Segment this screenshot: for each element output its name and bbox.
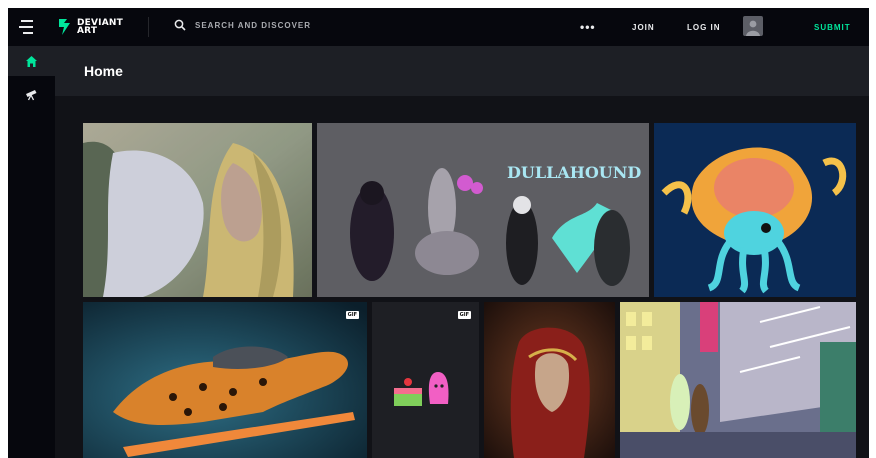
page-title: Home bbox=[84, 63, 123, 79]
search-input[interactable]: SEARCH AND DISCOVER bbox=[174, 19, 311, 31]
more-options-icon[interactable]: ••• bbox=[580, 20, 596, 34]
telescope-icon bbox=[26, 89, 37, 100]
artwork-city-rooftop[interactable] bbox=[620, 302, 856, 458]
deviantart-logo[interactable]: DEVIANT ART bbox=[58, 14, 123, 40]
user-icon bbox=[746, 20, 760, 36]
artwork-mech-leopard[interactable]: GIF bbox=[83, 302, 367, 458]
home-icon bbox=[26, 55, 37, 67]
search-placeholder: SEARCH AND DISCOVER bbox=[195, 20, 312, 30]
artwork-image bbox=[83, 302, 367, 458]
search-icon bbox=[174, 19, 186, 31]
gif-badge: GIF bbox=[457, 311, 471, 319]
avatar[interactable] bbox=[743, 16, 763, 36]
login-link[interactable]: LOG IN bbox=[687, 23, 721, 32]
artwork-octopus-jellyfish[interactable] bbox=[654, 123, 856, 297]
top-bar: DEVIANT ART SEARCH AND DISCOVER ••• JOIN… bbox=[8, 8, 869, 46]
app-window: DEVIANT ART SEARCH AND DISCOVER ••• JOIN… bbox=[8, 8, 869, 458]
rail-item-home[interactable] bbox=[8, 46, 55, 76]
page-header: Home bbox=[55, 46, 869, 96]
gif-badge: GIF bbox=[345, 311, 359, 319]
join-link[interactable]: JOIN bbox=[632, 23, 655, 32]
deviantart-logo-icon bbox=[59, 19, 70, 35]
main-content: Home DULLAHOUND GIF GIF bbox=[55, 46, 869, 458]
artwork-image bbox=[83, 123, 312, 297]
artwork-elf-rider[interactable] bbox=[83, 123, 312, 297]
artwork-dullahound-characters[interactable]: DULLAHOUND bbox=[317, 123, 649, 297]
left-rail bbox=[8, 46, 55, 458]
submit-button[interactable]: SUBMIT bbox=[814, 23, 851, 32]
divider bbox=[148, 17, 149, 37]
artwork-image bbox=[654, 123, 856, 297]
menu-icon[interactable] bbox=[19, 20, 37, 34]
rail-item-discover[interactable] bbox=[8, 79, 55, 109]
artwork-image bbox=[620, 302, 856, 458]
artwork-image bbox=[372, 302, 479, 458]
artwork-cake-ghost[interactable]: GIF bbox=[372, 302, 479, 458]
artwork-image: DULLAHOUND bbox=[317, 123, 649, 297]
svg-text:DULLAHOUND: DULLAHOUND bbox=[507, 163, 641, 182]
logo-wordmark: DEVIANT ART bbox=[77, 18, 123, 36]
artwork-image bbox=[484, 302, 615, 458]
artwork-red-hood-portrait[interactable] bbox=[484, 302, 615, 458]
